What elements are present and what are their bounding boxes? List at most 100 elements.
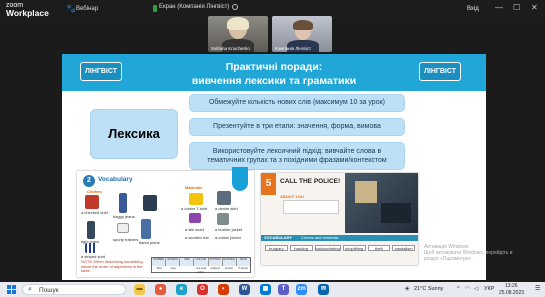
tray-chevron-icon[interactable]: ^: [457, 286, 460, 292]
tip-box-3: Використовуйте лексичний підхід: вивчайт…: [189, 142, 405, 170]
vocab-heading: Vocabulary: [98, 176, 133, 183]
notifications-icon[interactable]: ☰: [535, 285, 540, 292]
textbook-page-clothes: 2 Vocabulary Clothes Materials a checked…: [77, 171, 254, 277]
close-icon[interactable]: ✕: [531, 3, 538, 12]
participant-name: Svitlana Kriucherko: [211, 46, 250, 51]
participant-name: Компанія Лінгвіст: [275, 46, 312, 51]
table-header-cell: SIZE: [180, 258, 195, 266]
table-header-cell: MATERIAL: [223, 258, 237, 266]
weather-text[interactable]: 21°C Sunny: [414, 286, 443, 292]
tip-text: Використовуйте лексичний підхід: вивчайт…: [207, 148, 387, 164]
tight-jeans-image: [87, 221, 95, 239]
unit-badge: 2: [83, 175, 95, 187]
striped-shirt-image: [85, 243, 97, 253]
table-cell-empty: [180, 266, 194, 273]
word-icon[interactable]: W: [239, 284, 250, 295]
chrome-icon[interactable]: ●: [155, 284, 166, 295]
screen-options-icon[interactable]: [232, 4, 239, 10]
paw-icon: 🐾: [66, 4, 76, 13]
opera-icon[interactable]: O: [197, 284, 208, 295]
leather-jacket-image: [217, 213, 229, 225]
office-icon[interactable]: ◐: [218, 284, 229, 295]
share-screen-label: Екран (Компанія Лінгвіст): [159, 4, 230, 10]
lingvist-logo-right: ЛІНГВІСТ: [419, 62, 461, 81]
table-cell: nice: [170, 266, 176, 270]
woollen-hat-image: [189, 213, 201, 223]
item-label: a checked shirt: [81, 210, 108, 215]
vocab-word-row: burglary hacking pickpocketing shoplifti…: [265, 245, 415, 251]
item-label: tight jeans: [81, 239, 100, 244]
clock-date[interactable]: 25.08.2023: [499, 290, 524, 296]
adjective-order-table: NUMBER OPINION SIZE COLOUR PATTERN MATER…: [151, 257, 251, 274]
vocab-word: shoplifting: [342, 245, 366, 251]
tip-box-1: Обмежуйте кількість нових слів (максимум…: [189, 94, 405, 112]
shared-slide: ЛІНГВІСТ Практичні поради: вивчення лекс…: [62, 54, 486, 280]
table-cell: Two: [156, 266, 162, 270]
maximize-icon[interactable]: ☐: [513, 3, 520, 12]
wifi-icon[interactable]: ◠: [465, 286, 470, 292]
minimize-icon[interactable]: —: [495, 3, 503, 12]
participant-hair: [293, 20, 313, 30]
paint-drip-decoration: [232, 167, 248, 191]
section-label: Лексика: [108, 126, 160, 141]
mail-icon[interactable]: ✉: [318, 284, 329, 295]
table-header-cell: NUMBER: [152, 258, 167, 266]
weather-icon: ☀: [404, 286, 411, 293]
logo-bottom-text: Workplace: [6, 8, 49, 18]
teams-icon[interactable]: T: [278, 284, 289, 295]
item-label: baggy jeans: [113, 214, 135, 219]
about-you-heading: ABOUT YOU: [280, 194, 304, 199]
search-placeholder: Пошук: [39, 287, 59, 294]
denim-skirt-image: [217, 191, 231, 205]
vocab-word: pickpocketing: [314, 245, 341, 251]
participant-video-1[interactable]: Svitlana Kriucherko: [208, 16, 268, 52]
language-indicator[interactable]: УКР: [484, 286, 494, 292]
participant-video-2[interactable]: Компанія Лінгвіст: [272, 16, 332, 52]
vocab-label: VOCABULARY: [264, 235, 293, 240]
tip-text: Обмежуйте кількість нових слів (максимум…: [208, 99, 385, 106]
zoom-logo: zoom Workplace: [6, 2, 49, 18]
table-cell: cotton: [224, 266, 234, 270]
jacket-image: [143, 195, 157, 211]
about-you-box: [283, 200, 339, 214]
share-screen-badge[interactable]: Екран (Компанія Лінгвіст): [159, 4, 239, 10]
item-label: a cotton jacket: [215, 235, 241, 240]
table-row: Two nice red and white striped cotton T-…: [152, 266, 250, 274]
vocab-subheading: Clothes: [87, 189, 102, 194]
item-label: a leather jacket: [215, 227, 243, 232]
volume-icon[interactable]: ◁: [474, 286, 478, 292]
item-label: a silk scarf: [185, 227, 204, 232]
vocab-word: hacking: [289, 245, 313, 251]
table-header-row: NUMBER OPINION SIZE COLOUR PATTERN MATER…: [152, 258, 250, 266]
checked-shirt-image: [85, 195, 99, 209]
webinar-label: Вебінар: [76, 6, 99, 12]
participant-hair: [227, 17, 249, 30]
vocab-word: theft: [367, 245, 391, 251]
table-cell: striped: [210, 266, 220, 270]
taskbar-search-box[interactable]: ⌕ Пошук: [22, 284, 126, 295]
photo-detail: [381, 203, 411, 223]
tip-box-2: Презентуйте в три етапи: значення, форма…: [189, 118, 405, 136]
edge-icon[interactable]: e: [176, 284, 187, 295]
table-cell: red and white: [195, 266, 207, 274]
store-icon[interactable]: ▦: [260, 284, 271, 295]
photo-detail: [355, 181, 377, 203]
clock-time[interactable]: 13:26: [505, 283, 518, 289]
item-label: a cotton T-shirt: [181, 206, 208, 211]
start-windows-icon[interactable]: [7, 285, 16, 294]
section-label-box: Лексика: [90, 109, 178, 159]
sharing-indicator-icon: [153, 5, 157, 12]
item-label: flared jeans: [139, 240, 160, 245]
item-label: a woollen hat: [185, 235, 209, 240]
signin-button[interactable]: Вхід: [467, 6, 479, 12]
zoom-icon[interactable]: zm: [296, 284, 307, 295]
vocab-word: burglary: [265, 245, 288, 251]
file-explorer-icon[interactable]: ▬: [134, 284, 145, 295]
jeans-image: [119, 193, 127, 213]
slide-header: ЛІНГВІСТ Практичні поради: вивчення лекс…: [62, 54, 486, 91]
table-header-cell: PATTERN: [209, 258, 223, 266]
grammar-note: NOTE When describing something, follow t…: [81, 259, 144, 273]
vocab-word: vandalism: [392, 245, 415, 251]
flared-jeans-image: [141, 219, 151, 239]
textbook-page-crime: 5 CALL THE POLICE! ABOUT YOU VOCABULARY …: [261, 173, 418, 265]
